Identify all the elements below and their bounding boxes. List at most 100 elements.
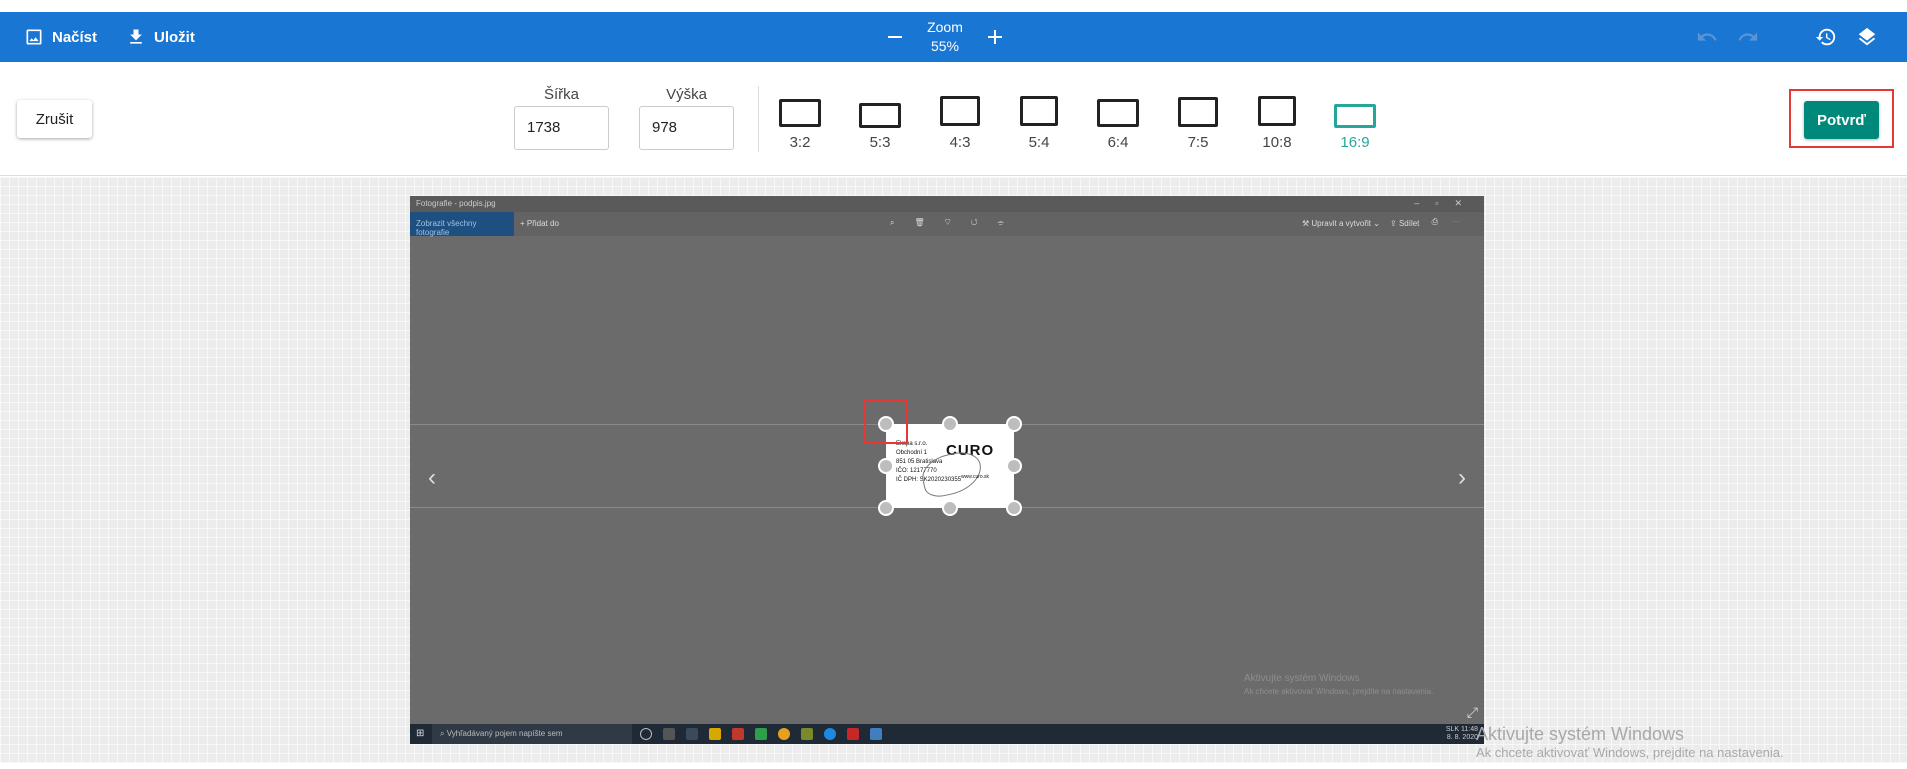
- save-button[interactable]: Uložit: [126, 12, 195, 62]
- window-controls-icon: –▫✕: [1414, 198, 1478, 208]
- cortana-icon: [640, 728, 652, 740]
- crop-handle-bottom-right[interactable]: [1006, 500, 1022, 516]
- plus-icon: [987, 30, 1002, 44]
- crop-handle-top[interactable]: [942, 416, 958, 432]
- photo-all-photos: Zobrazit všechny fotografie: [410, 212, 514, 237]
- prev-arrow-icon: ‹: [428, 464, 436, 491]
- undo-icon: [1697, 32, 1717, 41]
- folder-icon: [709, 728, 721, 740]
- ratio-3-2-shape: [779, 99, 821, 127]
- ratio-16-9[interactable]: 16:9: [1325, 94, 1385, 154]
- crop-handle-bottom[interactable]: [942, 500, 958, 516]
- zoom-value: 55%: [930, 38, 959, 54]
- chrome-icon: [778, 728, 790, 740]
- ratio-3-2-label: 3:2: [789, 134, 811, 151]
- zoom-out-button[interactable]: [880, 22, 910, 52]
- redo-button[interactable]: [1736, 25, 1760, 49]
- save-label: Uložit: [154, 28, 195, 46]
- crop-handle-right[interactable]: [1006, 458, 1022, 474]
- watermark-title: Aktivujte systém Windows: [1476, 724, 1685, 744]
- photo-edit-create: ⚒ Upravit a vytvořit ⌄: [1302, 219, 1380, 228]
- ratio-7-5-label: 7:5: [1187, 134, 1209, 151]
- cancel-button[interactable]: Zrušit: [17, 100, 92, 138]
- ratio-10-8[interactable]: 10:8: [1247, 94, 1307, 154]
- height-label: Výška: [666, 86, 707, 103]
- history-icon: [1815, 28, 1836, 46]
- ratio-6-4-label: 6:4: [1107, 134, 1129, 151]
- confirm-highlight: Potvrď: [1789, 89, 1894, 148]
- history-button[interactable]: [1814, 25, 1838, 49]
- photo-taskbar-search-text: Vyhľadávaný pojem napíšte sem: [446, 729, 563, 738]
- ratio-16-9-label: 16:9: [1340, 134, 1370, 151]
- photo-titlebar: Fotografie - podpis.jpg –▫✕: [410, 196, 1484, 212]
- photo-watermark-title: Aktivujte systém Windows: [1244, 673, 1360, 684]
- ratio-5-3[interactable]: 5:3: [850, 94, 910, 154]
- taskbar-app-icons: [640, 728, 882, 740]
- photo-edit-create-label: Upravit a vytvořit: [1311, 219, 1371, 228]
- ratio-5-3-label: 5:3: [869, 134, 891, 151]
- layers-button[interactable]: [1855, 25, 1879, 49]
- ratio-4-3-shape: [940, 96, 980, 126]
- width-label: Šířka: [543, 86, 579, 103]
- zoom-in-button[interactable]: [980, 22, 1010, 52]
- photo-more-icons: ⎙⋯: [1431, 217, 1474, 226]
- expand-icon: ⤢: [1466, 704, 1478, 720]
- tray-date: 8. 8. 2020: [1446, 734, 1478, 741]
- photo-tool-icons: ⌕🗑♡↺⌯: [890, 218, 1024, 227]
- app-icon: [755, 728, 767, 740]
- handle-highlight: [864, 400, 908, 444]
- photo-add-to-label: Přidat do: [526, 219, 559, 228]
- crop-handle-left[interactable]: [878, 458, 894, 474]
- card-web: www.curo.sk: [961, 474, 990, 480]
- load-button[interactable]: Načíst: [24, 12, 97, 62]
- width-input[interactable]: 1738: [514, 106, 609, 150]
- ratio-16-9-shape: [1334, 104, 1376, 128]
- ratio-4-3[interactable]: 4:3: [930, 94, 990, 154]
- photos-icon: [870, 728, 882, 740]
- ratio-7-5-shape: [1178, 97, 1218, 127]
- photo-all-photos-label: Zobrazit všechny fotografie: [416, 219, 477, 237]
- ratio-3-2[interactable]: 3:2: [770, 94, 830, 154]
- photo-taskbar-search: ⌕ Vyhľadávaný pojem napíšte sem: [432, 724, 632, 744]
- task-view-icon: [663, 728, 675, 740]
- acrobat-icon: [847, 728, 859, 740]
- undo-button[interactable]: [1695, 25, 1719, 49]
- confirm-button[interactable]: Potvrď: [1804, 101, 1879, 139]
- ratio-5-4-label: 5:4: [1028, 134, 1050, 151]
- ratio-5-4[interactable]: 5:4: [1009, 94, 1069, 154]
- top-bar: Načíst Uložit Zoom 55%: [0, 12, 1907, 62]
- tray-lang: SLK: [1445, 726, 1460, 733]
- ratio-6-4-shape: [1097, 99, 1139, 127]
- windows-activation-watermark: Aktivujte systém Windows Ak chcete aktiv…: [1476, 723, 1784, 761]
- photo-watermark-sub: Ak chcete aktivovať Windows, prejdite na…: [1244, 687, 1434, 696]
- next-arrow-icon: ›: [1458, 464, 1466, 491]
- photo-taskbar: ⊞ ⌕ Vyhľadávaný pojem napíšte sem SLK 11…: [410, 724, 1484, 744]
- ratio-7-5[interactable]: 7:5: [1168, 94, 1228, 154]
- layers-icon: [1858, 27, 1876, 46]
- toolbar-divider: [758, 86, 759, 152]
- ratio-10-8-label: 10:8: [1262, 134, 1292, 151]
- ratio-4-3-label: 4:3: [949, 134, 971, 151]
- crop-handle-top-right[interactable]: [1006, 416, 1022, 432]
- crop-handle-bottom-left[interactable]: [878, 500, 894, 516]
- edge-icon: [824, 728, 836, 740]
- minus-icon: [888, 36, 902, 38]
- zoom-readout: Zoom 55%: [927, 18, 963, 56]
- redo-icon: [1738, 32, 1758, 41]
- ratio-6-4[interactable]: 6:4: [1088, 94, 1148, 154]
- image-icon: [26, 29, 42, 45]
- bottom-strip: [0, 763, 1907, 769]
- app-icon: [732, 728, 744, 740]
- ratio-5-3-shape: [859, 103, 901, 128]
- photo-toolbar: Zobrazit všechny fotografie + Přidat do …: [410, 212, 1484, 237]
- height-input[interactable]: 978: [639, 106, 734, 150]
- photo-title: Fotografie - podpis.jpg: [416, 199, 496, 208]
- photo-share: ⇪ Sdílet: [1390, 219, 1420, 228]
- start-icon: ⊞: [416, 728, 425, 739]
- app-icon: [801, 728, 813, 740]
- photo-add-to: + Přidat do: [520, 219, 559, 228]
- zoom-label: Zoom: [927, 19, 963, 35]
- image-preview: Fotografie - podpis.jpg –▫✕ Zobrazit vše…: [410, 196, 1484, 744]
- ratio-5-4-shape: [1020, 96, 1058, 126]
- app-icon: [686, 728, 698, 740]
